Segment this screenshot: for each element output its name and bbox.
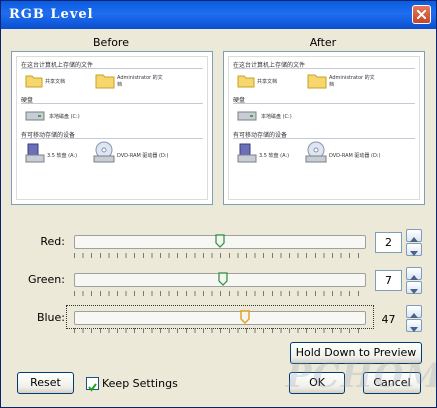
red-value[interactable]: 2 <box>375 232 402 253</box>
red-slider-thumb[interactable] <box>215 234 225 248</box>
blue-spin-up[interactable] <box>406 305 422 318</box>
red-spin-down[interactable] <box>406 243 422 256</box>
window-title: RGB Level <box>9 7 94 22</box>
hard-disk-icon <box>237 111 257 121</box>
dvd-label: DVD-RAM 驱动器 (D:) <box>329 153 381 159</box>
admin-docs-label: Administrator 的文档 <box>329 75 375 88</box>
preview-frame: 在这台计算机上存储的文件 共享文档 Administrator 的文档 硬盘 本… <box>228 56 420 200</box>
admin-docs-label: Administrator 的文档 <box>117 75 163 88</box>
floppy-label: 3.5 软盘 (A:) <box>47 153 78 159</box>
close-button[interactable] <box>412 5 431 24</box>
hard-disk-icon <box>25 111 45 121</box>
floppy-drive-icon <box>237 143 257 163</box>
green-spin-up[interactable] <box>406 267 422 280</box>
divider <box>21 103 203 104</box>
reset-button[interactable]: Reset <box>17 372 74 394</box>
blue-spin-down[interactable] <box>406 319 422 332</box>
keep-settings-label[interactable]: Keep Settings <box>102 377 178 390</box>
green-label: Green: <box>27 273 65 286</box>
dvd-drive-icon <box>305 141 327 163</box>
title-bar: RGB Level <box>1 1 436 29</box>
ok-button[interactable]: OK <box>289 372 345 394</box>
red-spin-up[interactable] <box>406 229 422 242</box>
green-slider-ticks <box>74 291 366 296</box>
local-disk-label: 本地磁盘 (C:) <box>261 114 292 120</box>
blue-slider-track[interactable] <box>74 311 366 325</box>
after-preview: 在这台计算机上存储的文件 共享文档 Administrator 的文档 硬盘 本… <box>223 51 425 205</box>
green-spinner[interactable] <box>406 267 422 295</box>
green-slider-thumb[interactable] <box>218 272 228 286</box>
red-label: Red: <box>40 235 65 248</box>
dvd-drive-icon <box>93 141 115 163</box>
preview-frame: 在这台计算机上存储的文件 共享文档 Administrator 的文档 硬盘 本… <box>16 56 208 200</box>
blue-value[interactable]: 47 <box>375 309 402 330</box>
cancel-button[interactable]: Cancel <box>363 372 421 394</box>
before-preview: 在这台计算机上存储的文件 共享文档 Administrator 的文档 硬盘 本… <box>11 51 213 205</box>
hold-preview-button[interactable]: Hold Down to Preview <box>290 342 422 364</box>
shared-docs-label: 共享文档 <box>257 79 278 85</box>
divider <box>21 68 203 69</box>
close-icon <box>417 10 426 19</box>
blue-slider-thumb[interactable] <box>240 310 251 324</box>
keep-settings-checkbox[interactable] <box>86 377 99 392</box>
after-label: After <box>309 36 337 49</box>
arrow-down-icon <box>410 289 418 294</box>
green-value[interactable]: 7 <box>375 270 402 291</box>
check-icon <box>88 383 97 392</box>
shared-docs-label: 共享文档 <box>45 79 66 85</box>
local-disk-label: 本地磁盘 (C:) <box>49 114 80 120</box>
floppy-drive-icon <box>25 143 45 163</box>
folder-icon <box>307 74 327 89</box>
dvd-label: DVD-RAM 驱动器 (D:) <box>117 153 169 159</box>
before-label: Before <box>93 36 129 49</box>
folder-icon <box>25 75 43 88</box>
divider <box>233 138 415 139</box>
blue-spinner[interactable] <box>406 305 422 333</box>
folder-icon <box>237 75 255 88</box>
blue-slider-ticks <box>74 328 366 333</box>
divider <box>21 138 203 139</box>
arrow-down-icon <box>410 251 418 256</box>
red-slider-ticks <box>74 253 366 258</box>
rgb-level-dialog: RGB Level Before After 在这台计算机上存储的文件 共享文档… <box>0 0 437 408</box>
red-spinner[interactable] <box>406 229 422 257</box>
green-spin-down[interactable] <box>406 281 422 294</box>
divider <box>233 103 415 104</box>
arrow-down-icon <box>410 327 418 332</box>
folder-icon <box>95 74 115 89</box>
blue-label: Blue: <box>36 311 65 324</box>
divider <box>233 68 415 69</box>
floppy-label: 3.5 软盘 (A:) <box>259 153 290 159</box>
